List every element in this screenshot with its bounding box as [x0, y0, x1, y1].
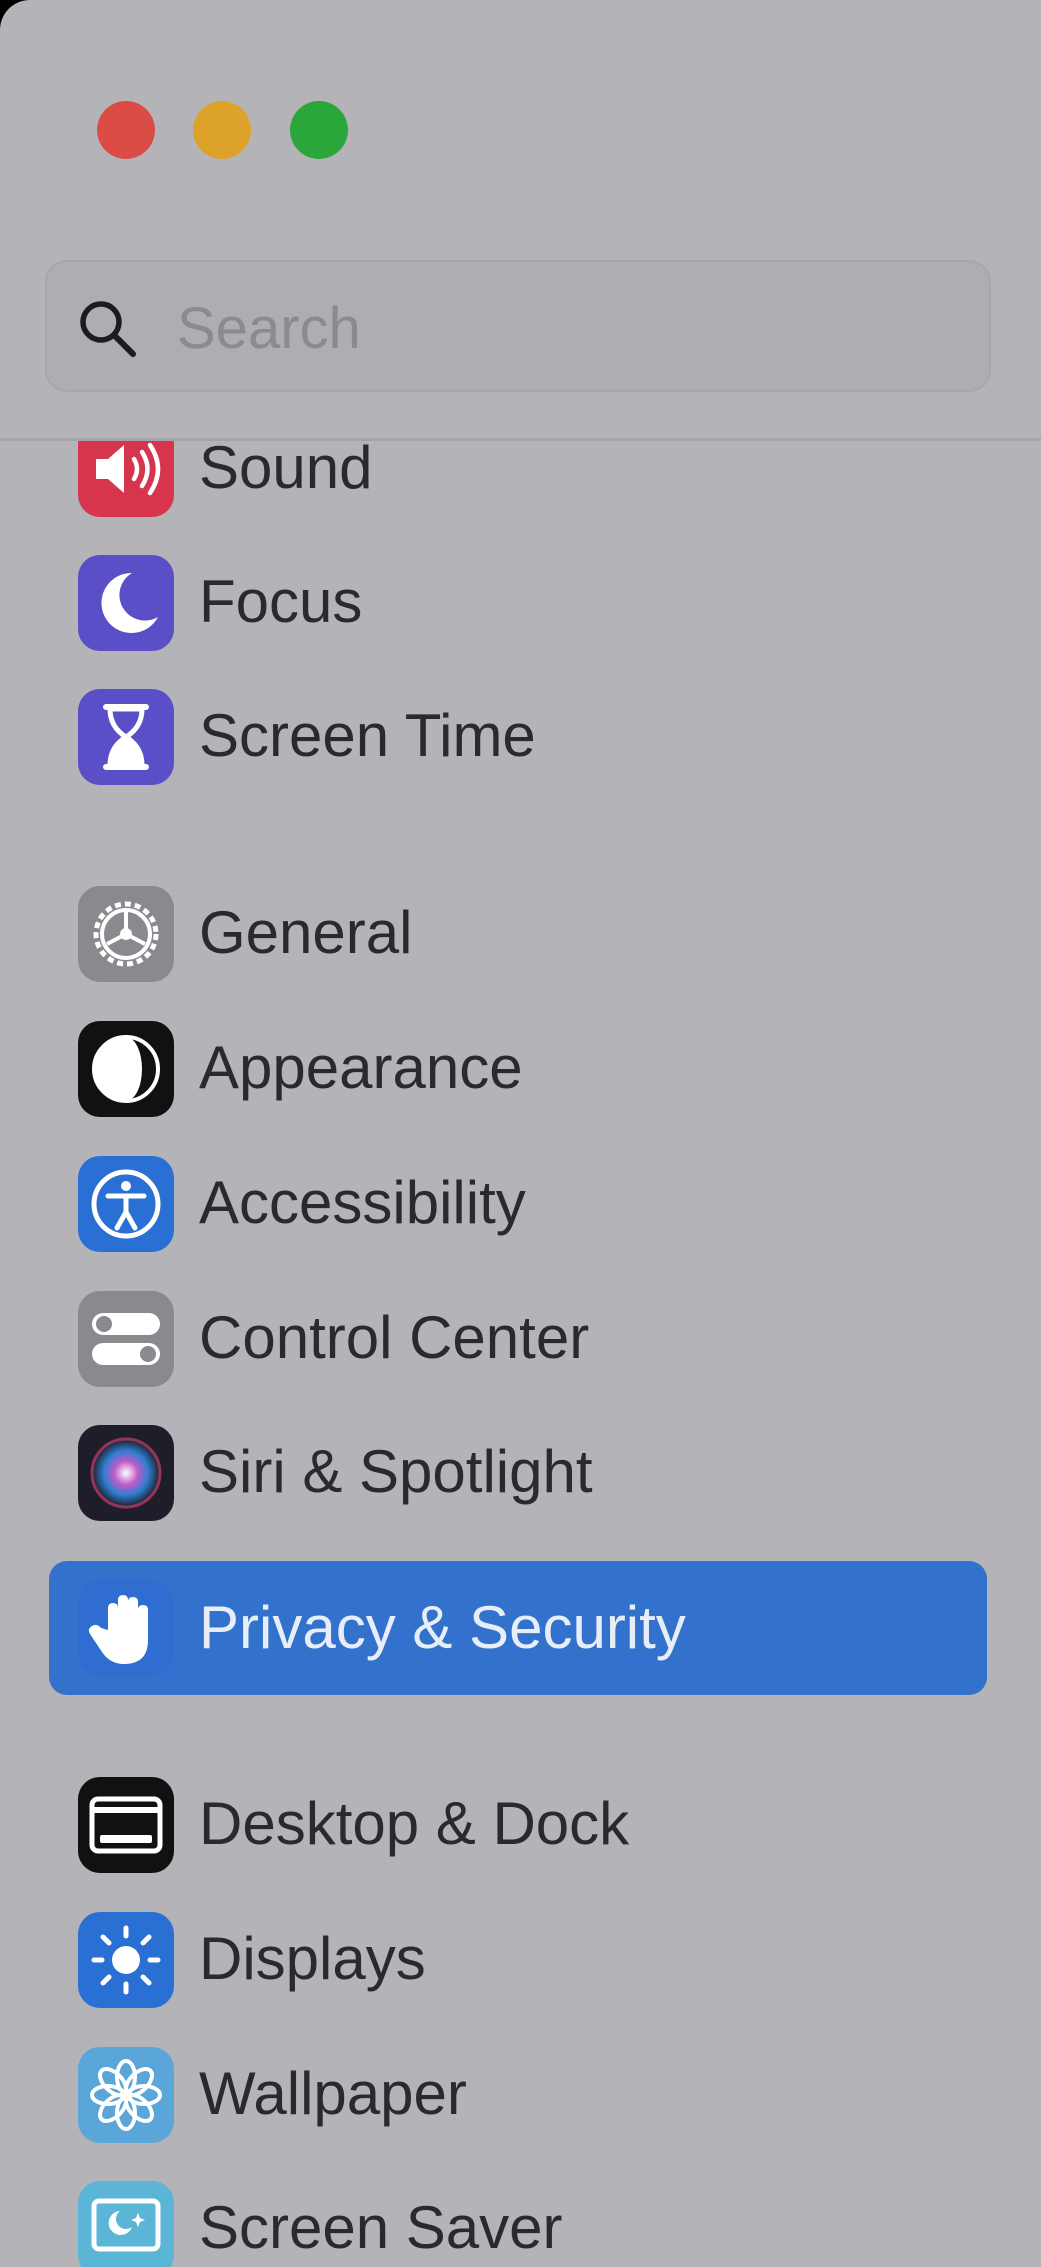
sidebar-item-focus[interactable]: Focus [49, 535, 987, 669]
sidebar-item-label: Control Center [199, 1304, 590, 1371]
sidebar-item-desktop-dock[interactable]: Desktop & Dock [49, 1757, 987, 1891]
sidebar-item-label: Screen Saver [199, 2194, 563, 2261]
sidebar-item-wallpaper[interactable]: Wallpaper [49, 2027, 987, 2161]
sidebar-item-label: Screen Time [199, 702, 536, 769]
close-window-button[interactable] [97, 101, 155, 159]
sun-icon [78, 1912, 174, 2008]
search-input[interactable] [177, 284, 957, 372]
flower-icon [78, 2047, 174, 2143]
sidebar-item-control-center[interactable]: Control Center [49, 1271, 987, 1405]
sidebar-item-label: Wallpaper [199, 2060, 467, 2127]
sidebar-item-screen-saver[interactable]: Screen Saver [49, 2161, 987, 2267]
moon-icon [78, 555, 174, 651]
sidebar-item-label: General [199, 899, 413, 966]
gear-icon [78, 886, 174, 982]
sidebar-item-label: Focus [199, 568, 363, 635]
sidebar-list: Sound Focus Screen Time General Appearan… [0, 441, 1041, 2267]
sidebar-item-displays[interactable]: Displays [49, 1892, 987, 2026]
sidebar-item-label: Privacy & Security [199, 1594, 686, 1661]
sidebar-item-label: Accessibility [199, 1169, 526, 1236]
accessibility-icon [78, 1156, 174, 1252]
sidebar-item-sound[interactable]: Sound [49, 441, 987, 535]
sidebar-item-screen-time[interactable]: Screen Time [49, 669, 987, 803]
sidebar-item-label: Appearance [199, 1034, 523, 1101]
sidebar-item-label: Sound [199, 441, 373, 501]
hand-icon [78, 1580, 174, 1676]
sidebar-item-appearance[interactable]: Appearance [49, 1001, 987, 1135]
sidebar-item-general[interactable]: General [49, 866, 987, 1000]
speaker-icon [78, 441, 174, 517]
hourglass-icon [78, 689, 174, 785]
settings-window: Sound Focus Screen Time [0, 0, 1041, 2267]
appearance-icon [78, 1021, 174, 1117]
sidebar-item-siri-spotlight[interactable]: Siri & Spotlight [49, 1405, 987, 1539]
sidebar-item-accessibility[interactable]: Accessibility [49, 1136, 987, 1270]
dock-icon [78, 1777, 174, 1873]
screensaver-icon [78, 2181, 174, 2267]
sidebar-item-label: Displays [199, 1925, 426, 1992]
search-field[interactable] [45, 260, 991, 392]
toggles-icon [78, 1291, 174, 1387]
sidebar-item-label: Desktop & Dock [199, 1790, 630, 1857]
minimize-window-button[interactable] [193, 101, 251, 159]
sidebar-item-privacy-security[interactable]: Privacy & Security [49, 1561, 987, 1695]
siri-icon [78, 1425, 174, 1521]
zoom-window-button[interactable] [290, 101, 348, 159]
sidebar-item-label: Siri & Spotlight [199, 1438, 593, 1505]
search-icon [75, 296, 139, 360]
